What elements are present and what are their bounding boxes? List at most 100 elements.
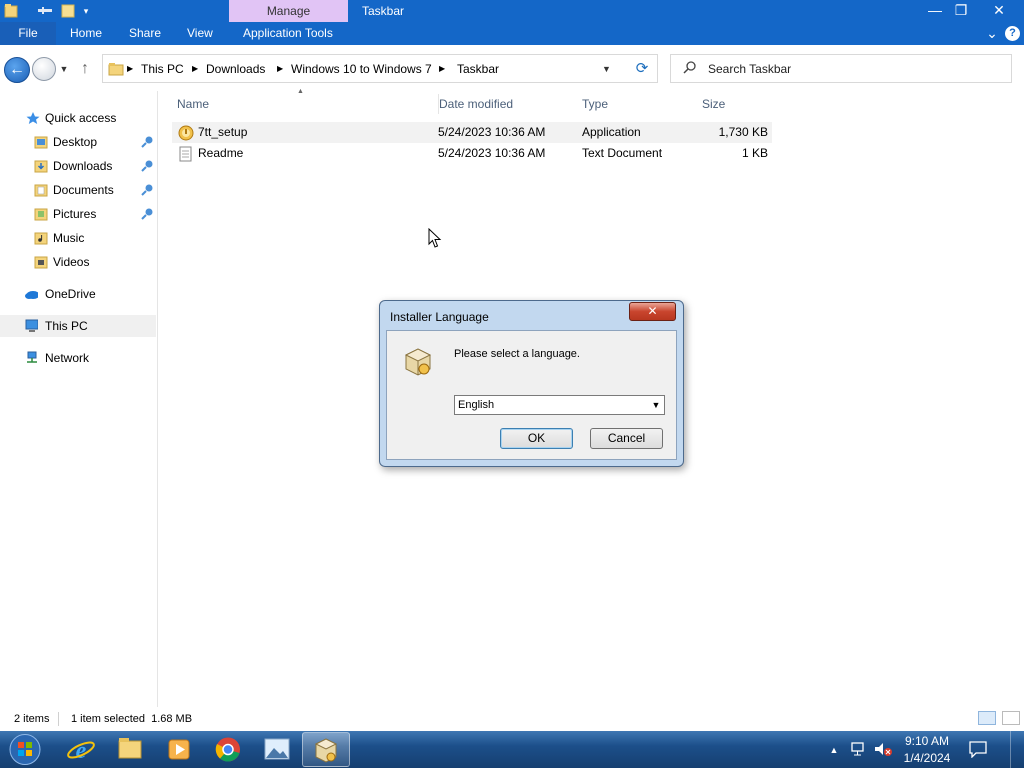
nav-item-downloads[interactable]: Downloads: [0, 155, 156, 177]
ok-button[interactable]: OK: [500, 428, 573, 449]
svg-text:e: e: [76, 738, 87, 764]
nav-label: Desktop: [53, 135, 98, 149]
pin-icon: [141, 136, 153, 148]
up-arrow-icon[interactable]: ↑: [76, 59, 94, 79]
downloads-folder-icon: [34, 160, 48, 173]
search-icon: [683, 61, 696, 74]
star-icon: [26, 112, 40, 124]
tab-view[interactable]: View: [187, 22, 213, 45]
breadcrumb-separator-icon[interactable]: ▶: [127, 61, 133, 77]
taskbar-file-explorer[interactable]: [106, 732, 154, 767]
computer-icon: [25, 319, 38, 332]
breadcrumb-windows-10-to-windows-7[interactable]: Windows 10 to Windows 7: [291, 61, 432, 77]
file-row[interactable]: 7tt_setup 5/24/2023 10:36 AM Application…: [172, 122, 772, 143]
nav-label: Videos: [53, 255, 90, 269]
status-item-count: 2 items: [14, 713, 50, 725]
nav-label: Downloads: [53, 159, 113, 173]
status-divider: [58, 712, 59, 726]
nav-label: Documents: [53, 183, 114, 197]
pin-icon: [141, 184, 153, 196]
status-selection: 1 item selected 1.68 MB: [71, 713, 193, 725]
videos-folder-icon: [34, 256, 48, 269]
customize-dropdown-icon[interactable]: ▾: [80, 4, 92, 18]
breadcrumb-taskbar[interactable]: Taskbar: [457, 61, 499, 77]
pin-icon: [141, 208, 153, 220]
nav-item-music[interactable]: Music: [0, 227, 156, 249]
taskbar-photos[interactable]: [253, 732, 301, 767]
pictures-folder-icon: [34, 208, 48, 221]
nav-item-desktop[interactable]: Desktop: [0, 131, 156, 153]
text-file-icon: [179, 146, 192, 162]
nav-label: Pictures: [53, 207, 97, 221]
breadcrumb-this-pc[interactable]: This PC: [141, 61, 184, 77]
nav-item-documents[interactable]: Documents: [0, 179, 156, 201]
file-explorer-icon: [118, 738, 142, 759]
help-icon[interactable]: ?: [1005, 26, 1020, 41]
forward-button[interactable]: [32, 57, 56, 81]
nav-label: Music: [53, 231, 85, 245]
nav-quick-access[interactable]: Quick access: [0, 107, 156, 129]
breadcrumb-separator-icon[interactable]: ▶: [192, 61, 198, 77]
back-arrow-icon: ←: [9, 61, 25, 78]
column-header-name[interactable]: Name: [177, 94, 432, 114]
action-center-icon[interactable]: [968, 740, 988, 758]
installer-icon: [314, 738, 338, 763]
nav-onedrive[interactable]: OneDrive: [0, 283, 156, 305]
show-hidden-icons-arrow[interactable]: ▲: [828, 742, 840, 758]
nav-network[interactable]: Network: [0, 347, 156, 369]
nav-label: OneDrive: [45, 287, 96, 301]
file-type: Text Document: [582, 146, 663, 160]
breadcrumb-separator-icon[interactable]: ▶: [277, 61, 283, 77]
breadcrumb-separator-icon[interactable]: ▶: [439, 61, 445, 77]
network-status-icon[interactable]: [850, 741, 868, 757]
column-header-type[interactable]: Type: [582, 94, 694, 114]
nav-item-pictures[interactable]: Pictures: [0, 203, 156, 225]
back-button[interactable]: ←: [4, 57, 30, 83]
nav-label: Network: [45, 351, 90, 365]
recent-locations-dropdown-icon[interactable]: ▼: [58, 62, 70, 76]
tab-application-tools[interactable]: Application Tools: [243, 22, 333, 45]
clock-date[interactable]: 1/4/2024: [900, 750, 954, 766]
address-history-dropdown-icon[interactable]: ▼: [602, 61, 614, 77]
nav-this-pc[interactable]: This PC: [0, 315, 156, 337]
file-date: 5/24/2023 10:36 AM: [438, 146, 546, 160]
tab-home[interactable]: Home: [70, 22, 102, 45]
show-desktop-button[interactable]: [1010, 731, 1024, 768]
restore-button[interactable]: ❐: [944, 0, 978, 22]
search-input[interactable]: [708, 61, 998, 77]
refresh-icon[interactable]: ⟳: [632, 59, 652, 79]
properties-icon[interactable]: [36, 3, 54, 18]
window-title: Taskbar: [362, 4, 405, 18]
nav-label: This PC: [45, 319, 88, 333]
large-icons-view-icon[interactable]: [1002, 711, 1020, 725]
dialog-close-button[interactable]: ✕: [629, 302, 676, 321]
new-folder-icon[interactable]: [60, 3, 76, 18]
desktop-folder-icon: [34, 136, 48, 149]
details-view-icon[interactable]: [978, 711, 996, 725]
volume-muted-icon[interactable]: [873, 741, 893, 757]
column-header-size[interactable]: Size: [702, 94, 772, 114]
chevron-down-icon[interactable]: ▼: [650, 397, 662, 413]
breadcrumb-downloads[interactable]: Downloads: [206, 61, 265, 77]
tab-file[interactable]: File: [0, 22, 56, 45]
file-row[interactable]: Readme 5/24/2023 10:36 AM Text Document …: [172, 143, 772, 164]
tab-share[interactable]: Share: [129, 22, 161, 45]
taskbar-internet-explorer[interactable]: e: [57, 732, 105, 767]
file-type: Application: [582, 125, 641, 139]
taskbar-chrome[interactable]: [204, 732, 252, 767]
cancel-button[interactable]: Cancel: [590, 428, 663, 449]
dialog-title: Installer Language: [390, 310, 489, 324]
file-size: 1 KB: [741, 146, 768, 160]
documents-folder-icon: [34, 184, 48, 197]
taskbar-media-player[interactable]: [155, 732, 203, 767]
chevron-down-icon[interactable]: ⌄: [984, 24, 1000, 42]
column-header-date-modified[interactable]: Date modified: [438, 94, 578, 114]
close-window-button[interactable]: ✕: [982, 0, 1016, 22]
taskbar-installer[interactable]: [302, 732, 350, 767]
mouse-cursor-icon: [428, 228, 442, 248]
start-button-icon[interactable]: [5, 732, 45, 767]
nav-label: Quick access: [45, 111, 117, 125]
installer-box-icon: [404, 348, 432, 376]
clock-time[interactable]: 9:10 AM: [900, 733, 954, 749]
nav-item-videos[interactable]: Videos: [0, 251, 156, 273]
